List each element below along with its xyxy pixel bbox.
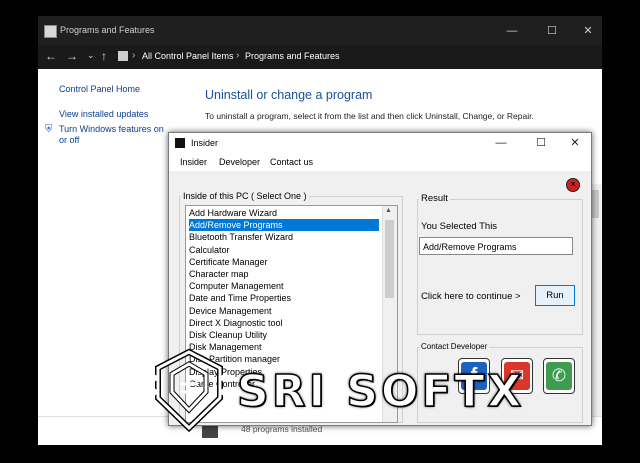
close-button[interactable]: ✕ — [576, 22, 600, 40]
watermark-text: SRI SOFTX — [236, 365, 525, 418]
programs-group-title: Inside of this PC ( Select One ) — [181, 191, 309, 201]
sidebar-link-features[interactable]: Turn Windows features on or off — [59, 124, 174, 146]
breadcrumb-all-items[interactable]: All Control Panel Items — [142, 51, 234, 61]
breadcrumb-separator: › — [236, 50, 240, 61]
list-item[interactable]: Certificate Manager — [189, 256, 379, 268]
result-group — [417, 199, 583, 335]
selected-program-field[interactable]: Add/Remove Programs — [419, 237, 573, 255]
back-icon[interactable]: ← — [45, 49, 57, 63]
result-group-title: Result — [419, 193, 450, 204]
address-bar: ← → ⌄ ↑ › All Control Panel Items › Prog… — [38, 45, 602, 69]
close-round-icon[interactable]: × — [566, 178, 580, 192]
list-item[interactable]: Calculator — [189, 244, 379, 256]
control-panel-icon — [44, 25, 57, 38]
scrollbar-thumb[interactable] — [591, 190, 599, 218]
you-selected-label: You Selected This — [421, 221, 498, 232]
sidebar-link-updates[interactable]: View installed updates — [59, 109, 148, 119]
dialog-titlebar: Insider — ☐ ✕ — [169, 133, 591, 153]
breadcrumb-separator: › — [132, 50, 136, 61]
window-title: Programs and Features — [60, 25, 155, 35]
forward-icon[interactable]: → — [66, 49, 78, 63]
page-description: To uninstall a program, select it from t… — [205, 111, 534, 121]
maximize-button[interactable]: ☐ — [540, 22, 564, 40]
continue-label: Click here to continue > — [421, 291, 521, 302]
list-item[interactable]: Add Hardware Wizard — [189, 207, 379, 219]
menu-contact-us[interactable]: Contact us — [270, 157, 313, 167]
run-button[interactable]: Run — [535, 285, 575, 306]
scroll-up-icon[interactable]: ▲ — [385, 207, 392, 214]
recent-dropdown-icon[interactable]: ⌄ — [87, 50, 95, 61]
contact-group-title: Contact Developer — [419, 342, 490, 351]
phone-icon[interactable]: ✆ — [543, 358, 575, 394]
dialog-title: Insider — [191, 138, 219, 148]
sidebar-link-home[interactable]: Control Panel Home — [59, 84, 140, 94]
list-item[interactable]: Bluetooth Transfer Wizard — [189, 231, 379, 243]
scrollbar-thumb[interactable] — [385, 220, 394, 298]
dialog-close-button[interactable]: ✕ — [560, 134, 590, 152]
minimize-button[interactable]: — — [500, 22, 524, 40]
list-item[interactable]: Disk Cleanup Utility — [189, 329, 379, 341]
up-icon[interactable]: ↑ — [101, 49, 107, 63]
list-item[interactable]: Add/Remove Programs — [189, 219, 379, 232]
control-panel-icon — [118, 51, 128, 61]
list-item[interactable]: Computer Management — [189, 280, 379, 292]
watermark-logo — [150, 348, 228, 436]
dialog-maximize-button[interactable]: ☐ — [526, 134, 556, 152]
list-item[interactable]: Character map — [189, 268, 379, 280]
shield-icon: ⛨ — [45, 124, 53, 135]
menu-bar: Insider Developer Contact us — [169, 153, 591, 171]
window-titlebar: Programs and Features — ☐ ✕ — [38, 16, 602, 45]
list-item[interactable]: Date and Time Properties — [189, 292, 379, 304]
list-item[interactable]: Device Management — [189, 305, 379, 317]
list-item[interactable]: Direct X Diagnostic tool — [189, 317, 379, 329]
menu-developer[interactable]: Developer — [219, 157, 260, 167]
menu-insider[interactable]: Insider — [180, 157, 207, 167]
page-heading: Uninstall or change a program — [205, 88, 373, 102]
breadcrumb-programs-features[interactable]: Programs and Features — [245, 51, 340, 61]
dialog-minimize-button[interactable]: — — [486, 134, 516, 152]
app-icon — [175, 138, 185, 148]
